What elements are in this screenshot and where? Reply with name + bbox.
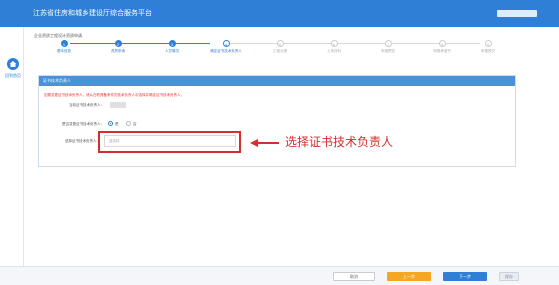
step-label: 基本信息 bbox=[57, 49, 71, 53]
step-label: 申报预览 bbox=[381, 49, 395, 53]
current-lead-value bbox=[110, 102, 126, 108]
radio-yes-label: 是 bbox=[115, 122, 119, 126]
page-title: 企业资质工程设计资质申请 bbox=[34, 33, 82, 38]
home-button[interactable]: 回到首页 bbox=[3, 58, 23, 86]
select-lead-label: 选择证书技术负责人： bbox=[65, 139, 100, 143]
step-label: 申报提交 bbox=[481, 49, 495, 53]
home-icon bbox=[7, 58, 19, 70]
step-label: 资质申请 bbox=[111, 49, 125, 53]
cancel-button[interactable]: 取消 bbox=[333, 272, 375, 281]
warning-text: 如需变更证书技术负责人，请从在职具备条件的技术负责人中选择并确定证书技术负责人。 bbox=[44, 93, 184, 97]
step-4[interactable]: 4 确定证书技术负责人 bbox=[196, 40, 256, 54]
sidebar: 回到首页 bbox=[0, 27, 24, 285]
step-number: 8 bbox=[438, 40, 446, 47]
step-number: 3 bbox=[168, 40, 176, 47]
step-9[interactable]: 9 申报提交 bbox=[458, 40, 518, 54]
step-number: 9 bbox=[484, 40, 492, 47]
step-1[interactable]: 1 基本信息 bbox=[34, 40, 94, 54]
step-6[interactable]: 6 上传材料 bbox=[304, 40, 364, 54]
section-header: 证书技术负责人 bbox=[39, 76, 515, 86]
step-number: 6 bbox=[330, 40, 338, 47]
annotation-arrow-icon bbox=[250, 139, 279, 147]
radio-no[interactable] bbox=[126, 121, 131, 126]
platform-title: 江苏省住房和城乡建设厅综合服务平台 bbox=[33, 10, 152, 17]
top-bar: 江苏省住房和城乡建设厅综合服务平台 bbox=[0, 0, 559, 27]
step-label: 上传材料 bbox=[327, 49, 341, 53]
step-label: 人员情况 bbox=[165, 49, 179, 53]
section-title: 证书技术负责人 bbox=[43, 78, 71, 83]
current-lead-label: 当前证书技术负责人： bbox=[69, 103, 104, 107]
radio-no-label: 否 bbox=[133, 122, 137, 126]
home-label: 回到首页 bbox=[5, 73, 21, 78]
step-2[interactable]: 2 资质申请 bbox=[88, 40, 148, 54]
step-7[interactable]: 7 申报预览 bbox=[358, 40, 418, 54]
next-step-button[interactable]: 下一步 bbox=[443, 272, 487, 281]
radio-yes[interactable] bbox=[108, 121, 113, 126]
step-3[interactable]: 3 人员情况 bbox=[142, 40, 202, 54]
step-number: 1 bbox=[60, 40, 68, 47]
annotation-text: 选择证书技术负责人 bbox=[285, 135, 394, 149]
highlight-box bbox=[98, 131, 241, 153]
save-button[interactable]: 保存 bbox=[499, 272, 519, 281]
step-label: 确定证书技术负责人 bbox=[210, 49, 242, 53]
step-5[interactable]: 5 工程业绩 bbox=[250, 40, 310, 54]
step-number: 5 bbox=[276, 40, 284, 47]
step-number: 4 bbox=[222, 40, 230, 47]
change-lead-label: 是否变更证书技术负责人： bbox=[62, 122, 104, 126]
step-number: 7 bbox=[384, 40, 392, 47]
prev-step-button[interactable]: 上一步 bbox=[387, 272, 431, 281]
step-label: 工程业绩 bbox=[273, 49, 287, 53]
user-info[interactable] bbox=[497, 10, 537, 17]
step-number: 2 bbox=[114, 40, 122, 47]
